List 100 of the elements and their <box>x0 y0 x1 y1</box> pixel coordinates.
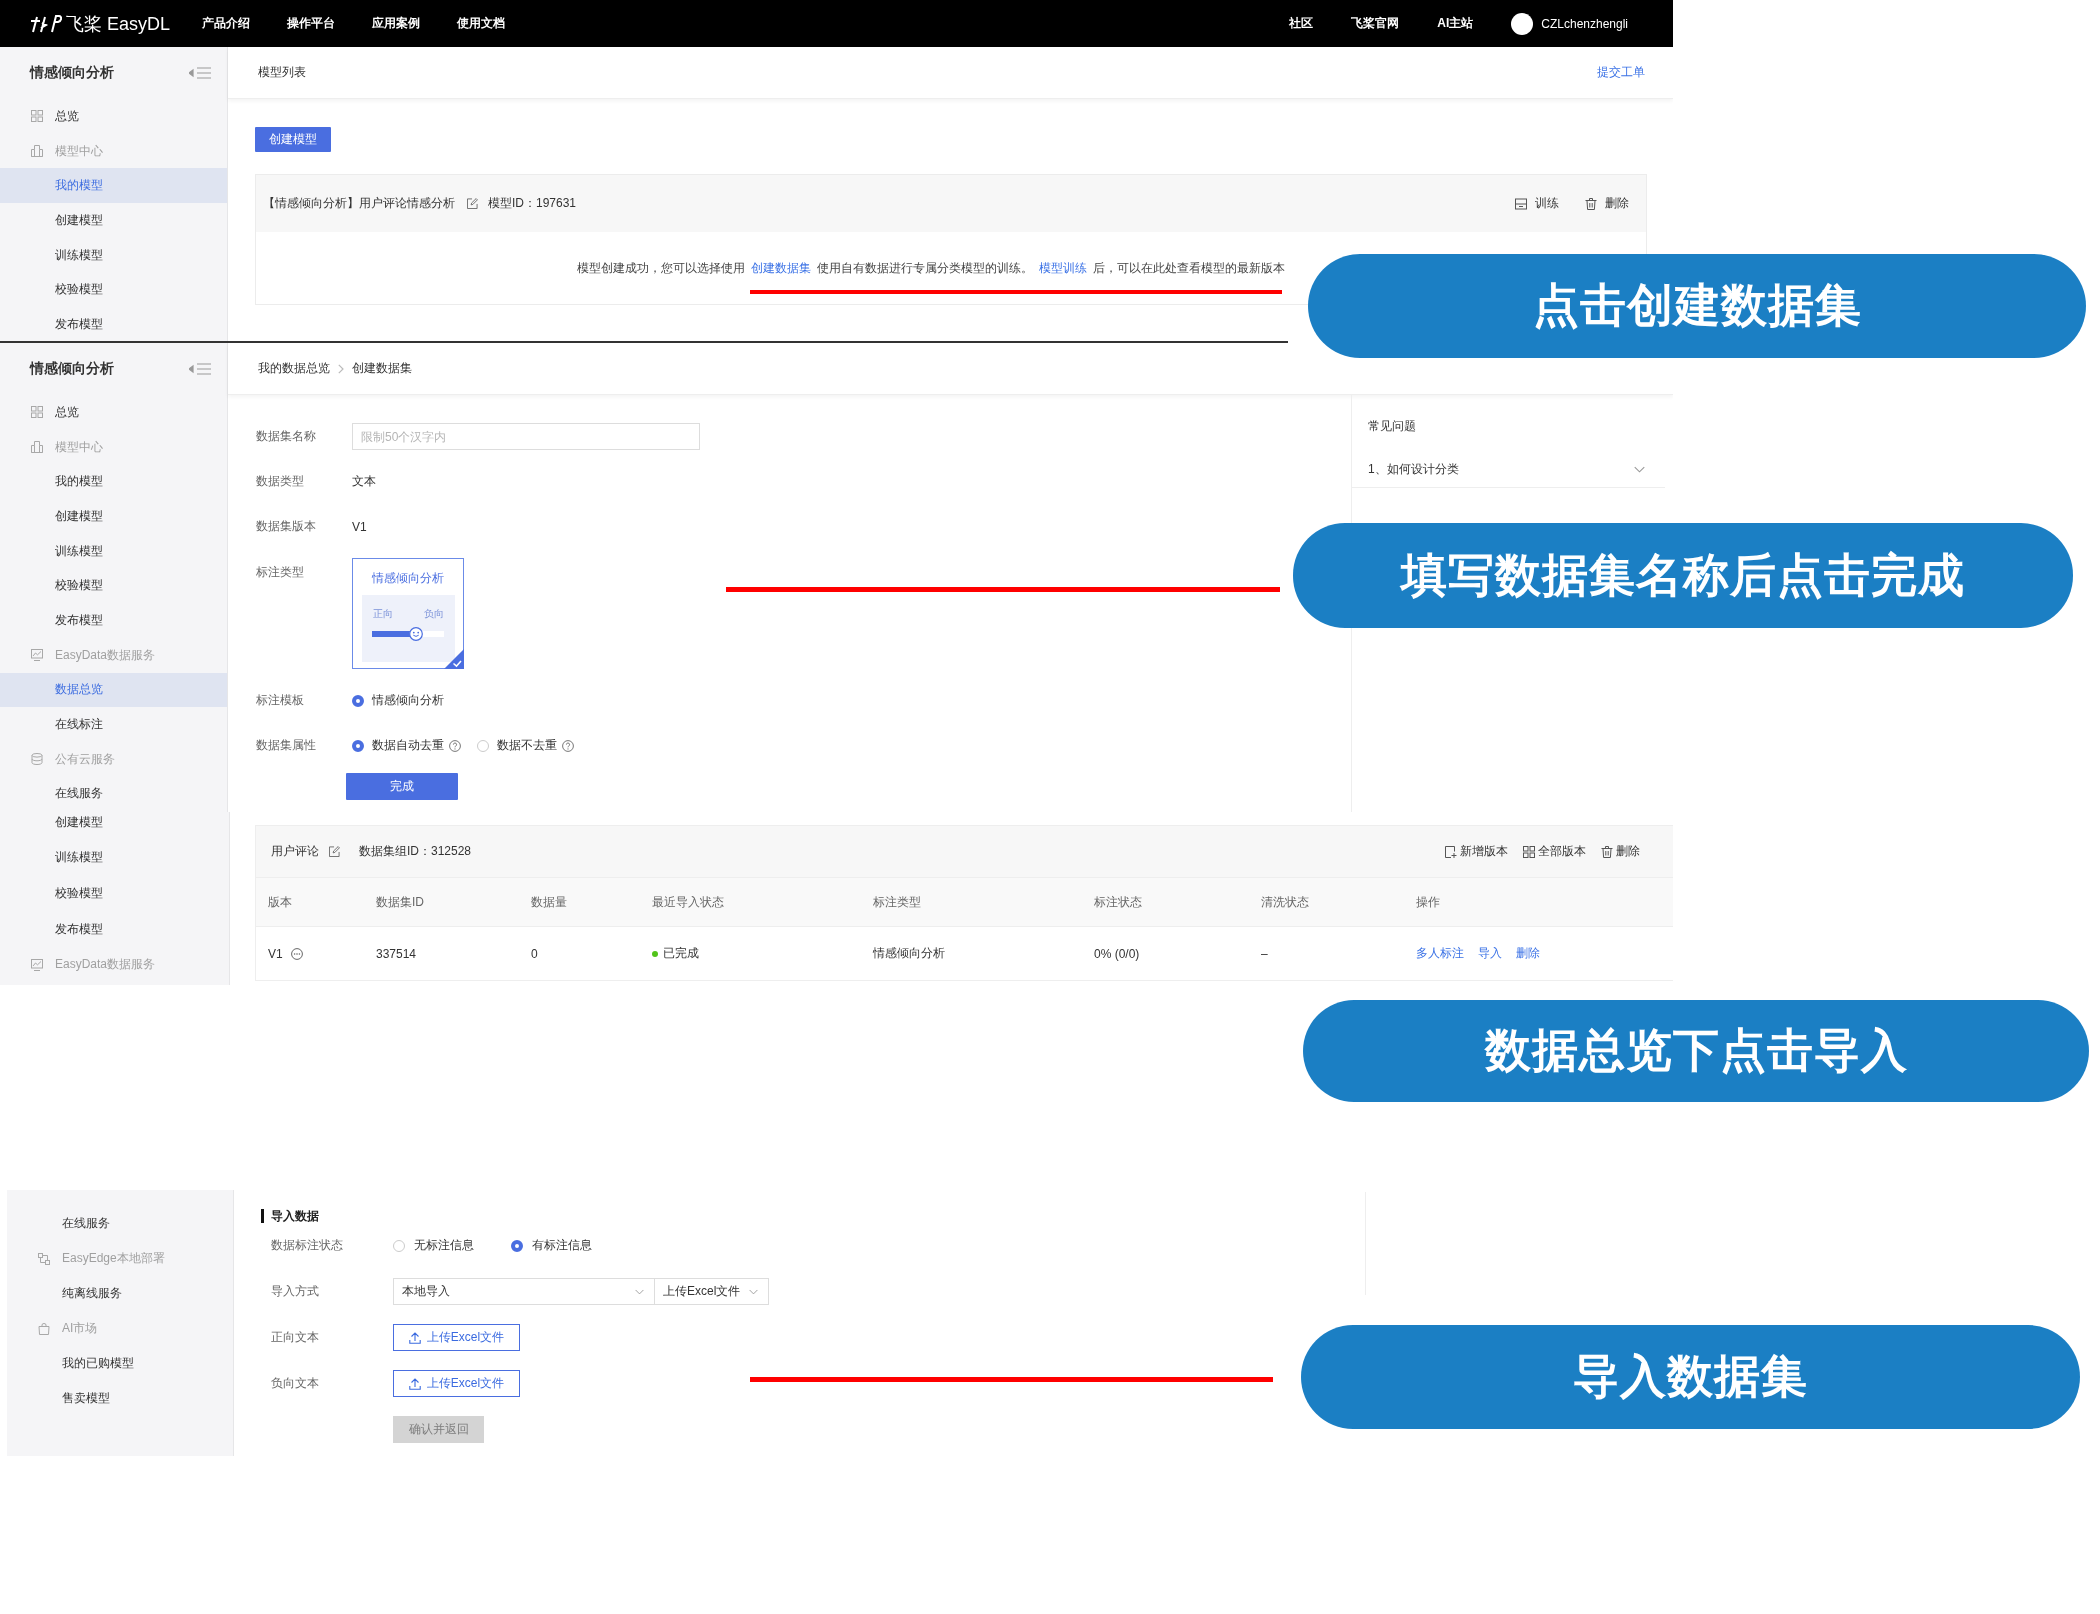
sidebar-item[interactable]: 训练模型 <box>0 237 227 273</box>
dataset-group-id: 数据集组ID：312528 <box>359 843 472 860</box>
step-callout: 导入数据集 <box>1301 1325 2080 1429</box>
step-callout: 填写数据集名称后点击完成 <box>1293 523 2073 628</box>
table-link[interactable]: 导入 <box>1478 945 1502 962</box>
radio-label[interactable]: 情感倾向分析 <box>372 692 444 709</box>
nav-link[interactable]: 飞桨官网 <box>1351 15 1400 32</box>
avatar-icon[interactable] <box>1511 12 1534 35</box>
sidebar-item[interactable]: 创建模型 <box>0 812 229 832</box>
faq-item[interactable]: 1、如何设计分类 <box>1352 452 1665 488</box>
upload-button[interactable]: 上传Excel文件 <box>393 1324 520 1351</box>
form-label: 负向文本 <box>271 1375 320 1392</box>
sidebar-item[interactable]: 纯离线服务 <box>7 1276 233 1311</box>
radio-button[interactable] <box>393 1239 405 1252</box>
form-label: 数据集属性 <box>256 737 317 754</box>
more-icon[interactable] <box>290 947 303 960</box>
nav-link[interactable]: 社区 <box>1289 15 1314 32</box>
trash-icon <box>1601 845 1613 858</box>
sidebar-item[interactable]: 数据总览 <box>0 672 227 708</box>
form-label: 数据集版本 <box>256 518 317 535</box>
upload-icon <box>408 1331 421 1344</box>
submit-button[interactable]: 完成 <box>346 773 458 800</box>
table-cell: 已完成 <box>663 945 699 962</box>
logo-text[interactable]: 飞桨 EasyDL <box>66 11 171 36</box>
nav-link[interactable]: 应用案例 <box>372 15 421 32</box>
table-cell: V1 <box>268 946 283 961</box>
breadcrumb-current: 创建数据集 <box>352 360 412 377</box>
nav-link[interactable]: AI主站 <box>1437 15 1474 32</box>
breadcrumb-link[interactable]: 我的数据总览 <box>258 360 330 377</box>
form-label: 导入方式 <box>271 1283 320 1300</box>
sidebar-item[interactable]: 发布模型 <box>0 307 227 341</box>
sidebar-item[interactable]: 总览 <box>0 99 227 134</box>
check-corner-icon <box>444 649 464 669</box>
collapse-menu-icon[interactable] <box>189 67 211 79</box>
table-link[interactable]: 删除 <box>1516 945 1540 962</box>
page-title: 模型列表 <box>258 64 306 81</box>
text-link[interactable]: 创建数据集 <box>751 260 811 275</box>
nav-link[interactable]: 使用文档 <box>457 15 506 32</box>
sidebar-item[interactable]: 我的模型 <box>0 464 227 500</box>
toolbar-button[interactable]: 新增版本 <box>1445 843 1508 860</box>
edit-icon[interactable] <box>329 846 340 857</box>
create-model-button[interactable]: 创建模型 <box>255 127 331 152</box>
sidebar-item[interactable]: 在线服务 <box>7 1206 233 1241</box>
sentiment-bar-drawing <box>372 627 444 641</box>
text-link[interactable]: 模型训练 <box>1039 260 1087 275</box>
radio-label[interactable]: 数据不去重 <box>497 737 557 754</box>
sidebar-item[interactable]: 发布模型 <box>0 911 229 948</box>
radio-button[interactable] <box>352 694 364 707</box>
help-icon[interactable] <box>562 739 574 752</box>
radio-label[interactable]: 有标注信息 <box>532 1237 592 1254</box>
annotation-type-card[interactable]: 情感倾向分析 正向 负向 <box>352 558 464 669</box>
toolbar-button[interactable]: 全部版本 <box>1523 843 1586 860</box>
user-name[interactable]: CZLchenzhengli <box>1541 16 1628 31</box>
nav-link[interactable]: 操作平台 <box>287 15 336 32</box>
sidebar-item[interactable]: 在线标注 <box>0 707 227 742</box>
sidebar-item[interactable]: 训练模型 <box>0 840 229 876</box>
toolbar-button[interactable]: 删除 <box>1585 195 1629 212</box>
collapse-menu-icon[interactable] <box>189 363 211 375</box>
section-title: 导入数据 <box>261 1209 319 1223</box>
step-callout: 点击创建数据集 <box>1308 254 2086 358</box>
sidebar-item[interactable]: 我的模型 <box>0 168 227 204</box>
sidebar-item[interactable]: 训练模型 <box>0 533 227 569</box>
chevron-down-icon <box>749 1288 758 1295</box>
toolbar-button[interactable]: 删除 <box>1601 843 1640 860</box>
sidebar-item[interactable]: 售卖模型 <box>7 1381 233 1416</box>
sidebar-item[interactable]: 我的已购模型 <box>7 1346 233 1381</box>
sidebar-title: 情感倾向分析 <box>30 360 114 378</box>
preview-label: 负向 <box>423 607 444 621</box>
sidebar-item[interactable]: 校验模型 <box>0 568 227 604</box>
edit-icon[interactable] <box>467 198 478 209</box>
radio-button[interactable] <box>511 1239 523 1252</box>
table-link[interactable]: 多人标注 <box>1416 945 1464 962</box>
sidebar-item[interactable]: 总览 <box>0 395 227 430</box>
radio-label[interactable]: 数据自动去重 <box>372 737 444 754</box>
upload-icon <box>408 1377 421 1390</box>
sidebar-item[interactable]: 创建模型 <box>0 203 227 238</box>
toolbar-button[interactable]: 训练 <box>1515 195 1559 212</box>
sidebar-item[interactable]: 校验模型 <box>0 272 227 308</box>
drawer-icon <box>1515 197 1527 210</box>
table-cell: 情感倾向分析 <box>873 945 945 962</box>
grid-icon <box>31 110 43 123</box>
sidebar-item[interactable]: 创建模型 <box>0 499 227 534</box>
upload-button[interactable]: 上传Excel文件 <box>393 1370 520 1397</box>
sidebar-item[interactable]: 在线服务 <box>0 776 227 812</box>
radio-label[interactable]: 无标注信息 <box>414 1237 474 1254</box>
column-header: 标注类型 <box>873 893 921 911</box>
help-icon[interactable] <box>449 739 461 752</box>
select-field[interactable]: 本地导入 <box>393 1278 655 1305</box>
radio-button[interactable] <box>352 739 364 752</box>
nav-link[interactable]: 产品介绍 <box>202 15 251 32</box>
input-field[interactable]: 限制50个汉字内 <box>352 423 700 450</box>
column-header: 操作 <box>1416 893 1440 911</box>
sidebar-title: 情感倾向分析 <box>30 64 114 82</box>
form-label: 正向文本 <box>271 1329 320 1346</box>
radio-button[interactable] <box>477 739 489 752</box>
sidebar-item[interactable]: 发布模型 <box>0 603 227 638</box>
select-field[interactable]: 上传Excel文件 <box>654 1278 769 1305</box>
trash-icon <box>1585 197 1597 210</box>
sidebar-item[interactable]: 校验模型 <box>0 875 229 912</box>
text-link[interactable]: 提交工单 <box>1597 64 1645 81</box>
